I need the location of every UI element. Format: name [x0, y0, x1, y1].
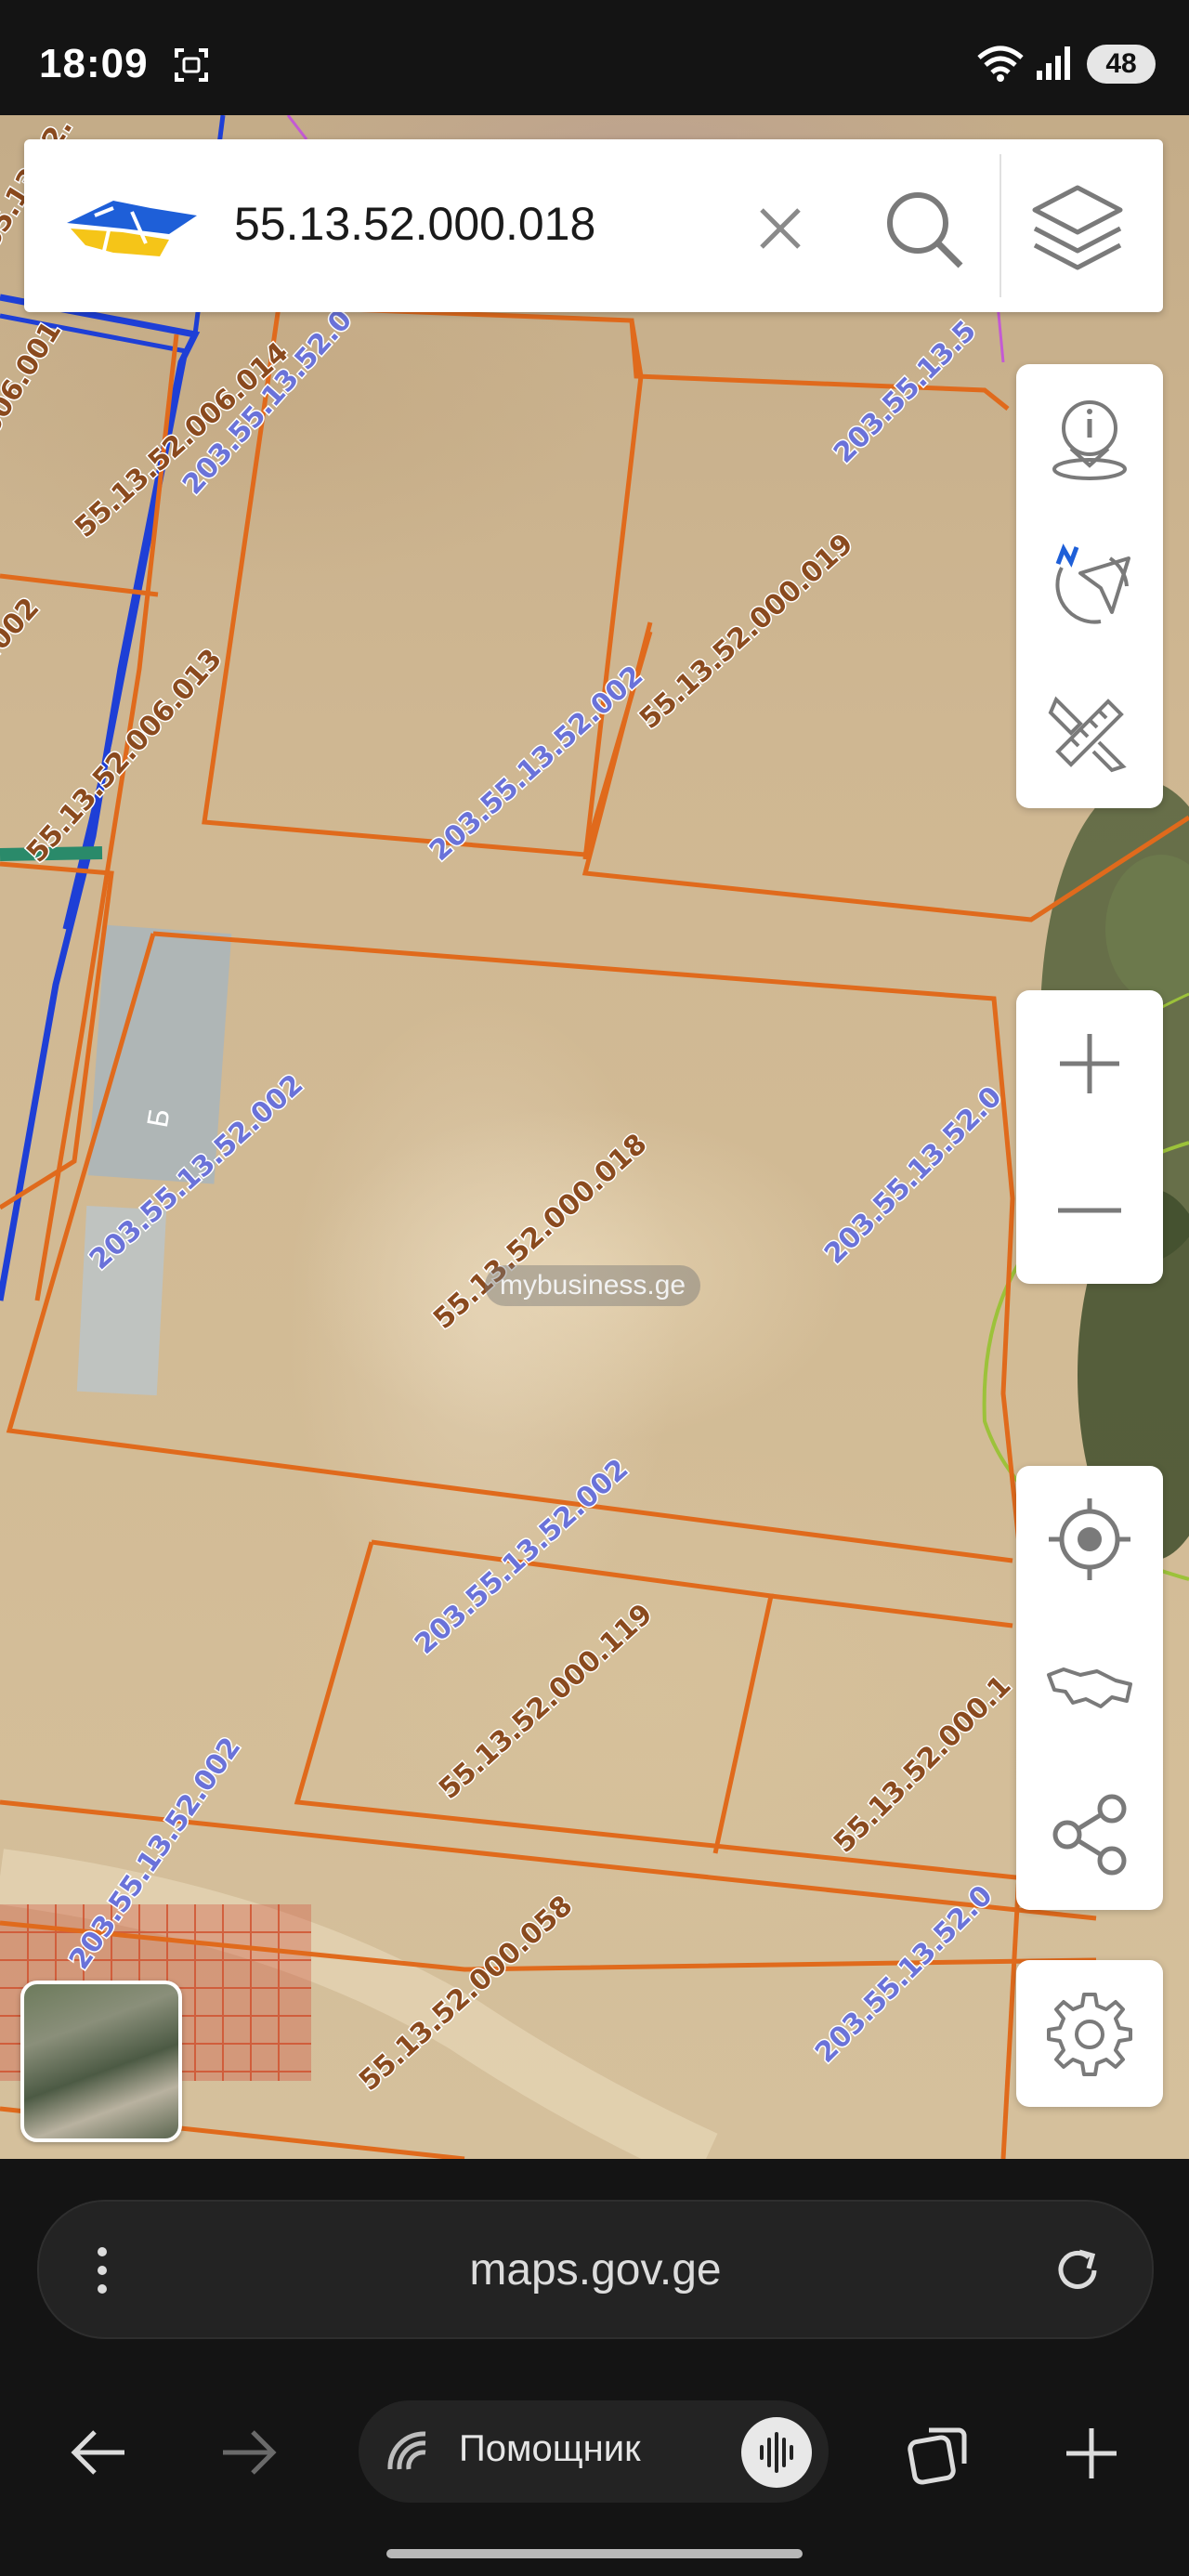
clear-icon[interactable] — [754, 203, 806, 255]
search-input[interactable]: 55.13.52.000.018 — [234, 197, 595, 251]
share-icon — [1052, 1794, 1127, 1876]
info-location-button[interactable] — [1016, 364, 1163, 511]
reload-icon[interactable] — [1052, 2244, 1104, 2296]
parcel-label[interactable]: 006.001 — [0, 314, 70, 441]
assistant-icon — [387, 2431, 426, 2470]
parcel-label[interactable]: 55.13.52.006.014 — [67, 334, 295, 545]
browser-nav-row: Помощник — [0, 2391, 1189, 2512]
back-arrow-icon[interactable] — [69, 2425, 130, 2480]
settings-panel — [1016, 1960, 1163, 2107]
cadastral-label[interactable]: 203.55.13.52.002 — [61, 1730, 248, 1977]
search-icon[interactable] — [882, 188, 966, 271]
cadastral-label[interactable]: 203.55.13.52.002 — [422, 658, 650, 869]
parcel-label[interactable]: 55.13.52.000.058 — [351, 1888, 580, 2099]
basemap-toggle-thumbnail[interactable] — [20, 1981, 182, 2142]
parcel-label[interactable]: .002 — [0, 590, 47, 665]
tools-panel — [1016, 364, 1163, 808]
my-location-button[interactable] — [1016, 1466, 1163, 1613]
zoom-in-button[interactable] — [1016, 990, 1163, 1137]
cadastral-label[interactable]: 203.55.13.52.0 — [807, 1878, 1000, 2072]
signal-icon — [1037, 46, 1070, 80]
my-location-icon — [1049, 1498, 1130, 1580]
watermark: mybusiness.ge — [485, 1265, 701, 1306]
zoom-out-icon — [1058, 1208, 1121, 1213]
gear-icon — [1047, 1993, 1132, 2076]
parcel-label[interactable]: 55.13.52.000.019 — [632, 526, 860, 737]
search-bar: 55.13.52.000.018 — [24, 139, 1163, 312]
share-button[interactable] — [1016, 1761, 1163, 1908]
parcel-label[interactable]: 55.13.52.000.1 — [826, 1668, 1019, 1862]
address-bar[interactable]: maps.gov.ge — [37, 2200, 1154, 2339]
cadastral-label[interactable]: 203.55.13.52.0 — [817, 1079, 1010, 1273]
url-text[interactable]: maps.gov.ge — [39, 2244, 1152, 2295]
tabs-icon[interactable] — [907, 2421, 972, 2486]
compass-navigate-icon — [1055, 543, 1130, 624]
measure-ruler-icon — [1048, 696, 1127, 773]
new-tab-plus-icon[interactable] — [1059, 2421, 1124, 2486]
wifi-icon — [977, 46, 1024, 82]
zoom-out-button[interactable] — [1016, 1137, 1163, 1284]
location-panel — [1016, 1466, 1163, 1910]
browser-bar: maps.gov.ge Помощник — [0, 2159, 1189, 2576]
country-view-button[interactable] — [1016, 1615, 1163, 1761]
measure-button[interactable] — [1016, 660, 1163, 806]
home-indicator[interactable] — [386, 2549, 803, 2558]
layers-icon[interactable] — [1029, 182, 1126, 275]
parcel-label[interactable]: 55.13.52.006.013 — [19, 641, 229, 870]
assistant-button[interactable]: Помощник — [359, 2400, 829, 2503]
screenshot-icon — [175, 48, 208, 82]
building-label: Б — [142, 1106, 177, 1131]
status-bar: 18:09 48 — [0, 0, 1189, 115]
zoom-in-icon — [1060, 1034, 1119, 1093]
info-location-icon — [1052, 400, 1127, 480]
assistant-label: Помощник — [459, 2428, 641, 2469]
status-time: 18:09 — [39, 41, 149, 86]
battery-indicator: 48 — [1087, 45, 1156, 84]
napr-logo[interactable] — [58, 188, 206, 262]
compass-button[interactable] — [1016, 513, 1163, 660]
parcel-label[interactable]: 55.13.52.000.119 — [431, 1596, 660, 1807]
georgia-map-icon — [1047, 1667, 1132, 1708]
cadastral-label[interactable]: 203.55.13.52.002 — [82, 1066, 310, 1277]
parcel-labels: 55.13.52.006.014 55.13.52.006.013 55.13.… — [0, 115, 1019, 2099]
settings-button[interactable] — [1016, 1960, 1163, 2107]
voice-wave-icon[interactable] — [741, 2417, 812, 2488]
forward-arrow-icon[interactable] — [217, 2425, 279, 2480]
cadastral-label[interactable]: 203.55.13.5 — [826, 313, 984, 471]
map-canvas[interactable]: 55.13.52.006.014 55.13.52.006.013 55.13.… — [0, 115, 1189, 2159]
divider — [1000, 154, 1001, 297]
zoom-panel — [1016, 990, 1163, 1284]
